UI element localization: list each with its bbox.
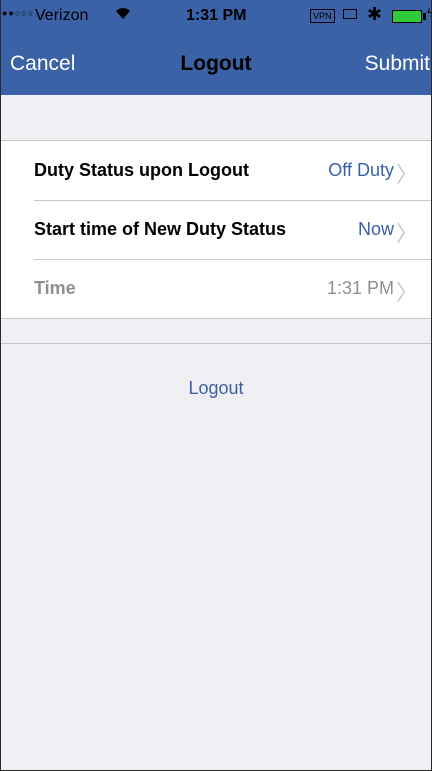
screen-frame	[0, 0, 432, 771]
